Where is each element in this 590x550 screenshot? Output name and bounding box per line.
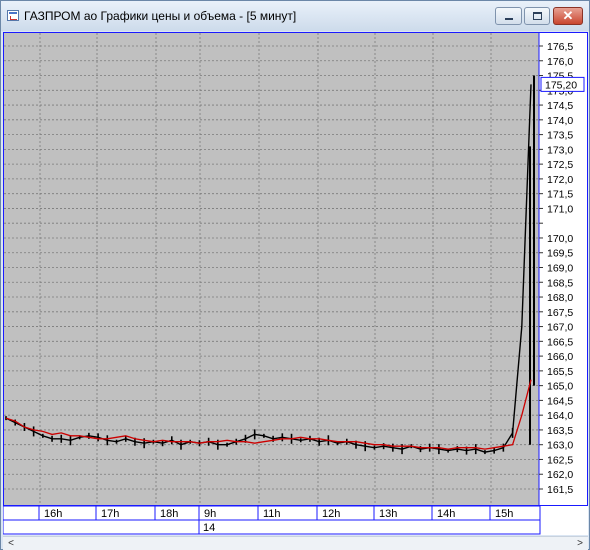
time-tick-label: 9h (204, 508, 216, 520)
minimize-icon (505, 18, 513, 20)
y-tick-label: 168,0 (547, 292, 573, 304)
horizontal-scrollbar[interactable]: < > (3, 536, 588, 550)
close-icon: ✕ (562, 8, 574, 23)
y-tick-label: 169,0 (547, 263, 573, 275)
y-tick-label: 169,5 (547, 248, 573, 260)
y-tick-label: 172,0 (547, 174, 573, 186)
chart-app-icon (7, 10, 19, 21)
maximize-button[interactable] (524, 7, 550, 25)
y-tick-label: 163,0 (547, 440, 573, 452)
time-axis: 16h 17h 18h 9h 11h 12h 13h 14h 15h 14 (2, 505, 588, 535)
y-tick-label: 174,0 (547, 115, 573, 127)
y-tick-label: 173,5 (547, 130, 573, 142)
y-tick-label: 171,0 (547, 203, 573, 215)
y-tick-label: 170,0 (547, 233, 573, 245)
price-chart[interactable]: 176,5176,0175,5175,0174,5174,0173,5173,0… (4, 33, 587, 505)
y-tick-label: 176,0 (547, 56, 573, 68)
scroll-left-button[interactable]: < (3, 537, 19, 550)
y-tick-label: 164,5 (547, 395, 573, 407)
y-tick-label: 165,5 (547, 366, 573, 378)
y-tick-label: 176,5 (547, 41, 573, 53)
minimize-button[interactable] (495, 7, 522, 25)
y-tick-label: 172,5 (547, 159, 573, 171)
last-price-label: 175,20 (545, 79, 577, 91)
chart-area[interactable]: 176,5176,0175,5175,0174,5174,0173,5173,0… (3, 32, 588, 506)
y-tick-label: 165,0 (547, 381, 573, 393)
y-tick-label: 166,0 (547, 351, 573, 363)
y-tick-label: 171,5 (547, 189, 573, 201)
y-tick-label: 167,5 (547, 307, 573, 319)
time-tick-label: 12h (322, 508, 340, 520)
time-tick-label: 15h (495, 508, 513, 520)
plot-background (4, 33, 539, 505)
scroll-right-button[interactable]: > (572, 537, 588, 550)
y-tick-label: 168,5 (547, 277, 573, 289)
time-tick-label: 11h (263, 508, 281, 520)
time-tick-label: 18h (160, 508, 178, 520)
title-bar[interactable]: ГАЗПРОМ ао Графики цены и объема - [5 ми… (1, 1, 589, 31)
y-tick-label: 162,5 (547, 454, 573, 466)
time-tick-label: 14h (437, 508, 455, 520)
y-tick-label: 162,0 (547, 469, 573, 481)
y-tick-label: 163,5 (547, 425, 573, 437)
time-tick-label: 13h (379, 508, 397, 520)
maximize-icon (533, 12, 542, 20)
y-tick-label: 166,5 (547, 336, 573, 348)
chart-window: ГАЗПРОМ ао Графики цены и объема - [5 ми… (0, 0, 590, 550)
time-axis-svg: 16h 17h 18h 9h 11h 12h 13h 14h 15h 14 (2, 505, 541, 535)
date-label: 14 (203, 522, 215, 534)
close-button[interactable]: ✕ (553, 7, 583, 25)
y-tick-label: 161,5 (547, 484, 573, 496)
y-tick-label: 164,0 (547, 410, 573, 422)
y-tick-label: 167,0 (547, 322, 573, 334)
y-tick-label: 173,0 (547, 144, 573, 156)
y-tick-label: 174,5 (547, 100, 573, 112)
time-tick-label: 17h (101, 508, 119, 520)
time-tick-label: 16h (44, 508, 62, 520)
window-title: ГАЗПРОМ ао Графики цены и объема - [5 ми… (24, 9, 297, 23)
